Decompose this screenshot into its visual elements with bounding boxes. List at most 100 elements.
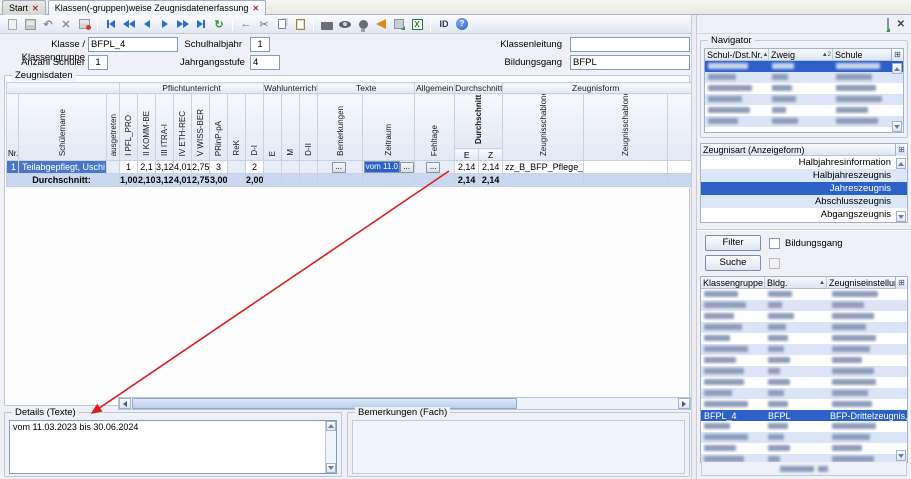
last-record-icon[interactable] — [193, 17, 209, 32]
details-texte-textarea[interactable]: vom 11.03.2023 bis 30.06.2024 — [9, 420, 337, 474]
cell-grade[interactable]: 4,01 — [174, 161, 192, 174]
col-header-wahl[interactable]: D-II — [300, 94, 318, 161]
scroll-left-button[interactable] — [119, 398, 131, 409]
scroll-down-button[interactable] — [896, 211, 906, 222]
cell-grade[interactable] — [228, 161, 246, 174]
redacted-row[interactable] — [705, 105, 903, 116]
tab-zeugnisdatenerfassung[interactable]: Klassen(-gruppen)weise Zeugnisdatenerfas… — [48, 0, 266, 15]
details-vertical-scrollbar[interactable] — [325, 421, 336, 473]
save-icon[interactable] — [22, 17, 38, 32]
scroll-down-button[interactable] — [326, 463, 336, 473]
zeugnisart-item[interactable]: Halbjahreszeugnis — [701, 169, 907, 182]
col-header-nr[interactable]: Nr. — [7, 94, 19, 161]
col-header-subject[interactable]: ReK — [228, 94, 246, 161]
col-header-subject[interactable]: V WISS-BER — [192, 94, 210, 161]
zeugnisart-item-selected[interactable]: Jahreszeugnis — [701, 182, 907, 195]
cell-durchschnitt-z[interactable]: 2,14 — [479, 161, 503, 174]
col-header-subject[interactable]: III ITRA-I — [156, 94, 174, 161]
fast-next-icon[interactable] — [175, 17, 191, 32]
col-header-durchschnitt[interactable]: Durchschnitt 4 — [455, 94, 503, 149]
klassengruppe-row-selected[interactable]: BFPL_4 BFPL BFP-Drittelzeugnis, ... — [701, 410, 907, 421]
cell-bemerkungen[interactable]: ... — [318, 161, 363, 174]
column-chooser-icon[interactable]: ⊞ — [891, 49, 903, 61]
zeugnisart-header[interactable]: Zeugnisart (Anzeigeform) — [701, 144, 895, 156]
schulhalbjahr-input[interactable] — [250, 37, 270, 52]
col-header-subject[interactable]: D-I — [246, 94, 264, 161]
refresh-icon[interactable]: ↻ — [211, 17, 227, 32]
cell-grade[interactable]: 1 — [120, 161, 138, 174]
preview-icon[interactable] — [337, 17, 353, 32]
new-record-icon[interactable] — [4, 17, 20, 32]
col-header-subject[interactable]: I PFL_PRO — [120, 94, 138, 161]
zeugnisart-item[interactable]: Abschlusszeugnis — [701, 195, 907, 208]
scroll-down-button[interactable] — [892, 121, 902, 132]
cell-grade[interactable]: 3,12 — [156, 161, 174, 174]
column-chooser-icon[interactable]: ⊞ — [895, 144, 907, 156]
jahrgangsstufe-input[interactable] — [250, 55, 280, 70]
klassengruppen-col-klassengruppe[interactable]: Klassengruppe — [701, 277, 765, 289]
col-header-zeitraum[interactable]: Zeitraum — [363, 94, 415, 161]
redacted-row[interactable] — [705, 61, 903, 72]
redacted-row[interactable] — [705, 94, 903, 105]
col-header-ausgetreten[interactable]: ausgetreten — [107, 94, 120, 161]
cell-ausgetreten[interactable] — [107, 161, 120, 174]
col-header-subject[interactable]: PRinP-pA — [210, 94, 228, 161]
redacted-row[interactable] — [705, 72, 903, 83]
col-header-fehltage[interactable]: Fehltage — [415, 94, 455, 161]
redacted-row[interactable] — [701, 366, 907, 377]
col-header-bemerkungen[interactable]: Bemerkungen — [318, 94, 363, 161]
scroll-up-button[interactable] — [892, 63, 902, 74]
fehltage-ellipsis-button[interactable]: ... — [426, 162, 440, 173]
redacted-row[interactable] — [701, 322, 907, 333]
cell-zeitraum[interactable]: vom 11.0...... — [363, 161, 415, 174]
panel-close-icon[interactable]: ✕ — [897, 19, 905, 30]
redacted-row[interactable] — [701, 432, 907, 443]
tab-close-icon[interactable]: ✕ — [252, 4, 259, 13]
redacted-row[interactable] — [705, 116, 903, 127]
cut-icon[interactable]: ✂ — [256, 17, 272, 32]
suche-button[interactable]: Suche — [705, 255, 761, 271]
klassengruppen-col-bldg[interactable]: Bldg.▲ — [765, 277, 827, 289]
klassenleitung-input[interactable] — [570, 37, 690, 52]
cell-fehltage[interactable]: ... — [415, 161, 455, 174]
column-chooser-icon[interactable]: ⊞ — [895, 277, 907, 289]
cell-wahl[interactable] — [264, 161, 282, 174]
previous-record-icon[interactable] — [139, 17, 155, 32]
redacted-row[interactable] — [701, 289, 907, 300]
id-button[interactable]: ID — [436, 17, 452, 32]
megaphone-icon[interactable] — [373, 17, 389, 32]
redacted-row[interactable] — [701, 333, 907, 344]
paste-icon[interactable] — [292, 17, 308, 32]
anzahl-schueler-input[interactable] — [88, 55, 108, 70]
scroll-right-button[interactable] — [678, 398, 690, 409]
copy-icon[interactable] — [274, 17, 290, 32]
scroll-down-button[interactable] — [896, 450, 906, 461]
cell-grade[interactable]: 2 — [246, 161, 264, 174]
export-run-icon[interactable] — [391, 17, 407, 32]
redacted-row[interactable] — [701, 421, 907, 432]
help-icon[interactable]: ? — [454, 17, 470, 32]
navigator-col-schulnr[interactable]: Schul-/Dst.Nr.▲1 — [705, 49, 769, 61]
undo-icon[interactable]: ↶ — [40, 17, 56, 32]
navigator-col-schule[interactable]: Schule — [833, 49, 891, 61]
cell-grade[interactable]: 2,75 — [192, 161, 210, 174]
next-record-icon[interactable] — [157, 17, 173, 32]
cell-zeugnisschablone-2[interactable] — [584, 161, 668, 174]
col-header-subject[interactable]: IV ETH-REC — [174, 94, 192, 161]
back-arrow-icon[interactable]: ← — [238, 17, 254, 32]
redacted-row[interactable] — [701, 399, 907, 410]
zeitraum-ellipsis-button[interactable]: ... — [400, 162, 414, 173]
scroll-up-button[interactable] — [326, 421, 336, 431]
scroll-up-button[interactable] — [896, 158, 906, 169]
cell-durchschnitt-e[interactable]: 2,14 — [455, 161, 479, 174]
table-edit-icon[interactable] — [76, 17, 92, 32]
tab-start[interactable]: Start ✕ — [2, 0, 46, 15]
zeugnisart-item[interactable]: Abgangszeugnis — [701, 208, 907, 221]
redacted-row[interactable] — [701, 355, 907, 366]
cell-wahl[interactable] — [300, 161, 318, 174]
klasse-input[interactable] — [88, 37, 178, 52]
bemerkungen-ellipsis-button[interactable]: ... — [332, 162, 346, 173]
col-header-subject[interactable]: II KOMM-BE — [138, 94, 156, 161]
cell-grade[interactable]: 3 — [210, 161, 228, 174]
redacted-row[interactable] — [701, 311, 907, 322]
